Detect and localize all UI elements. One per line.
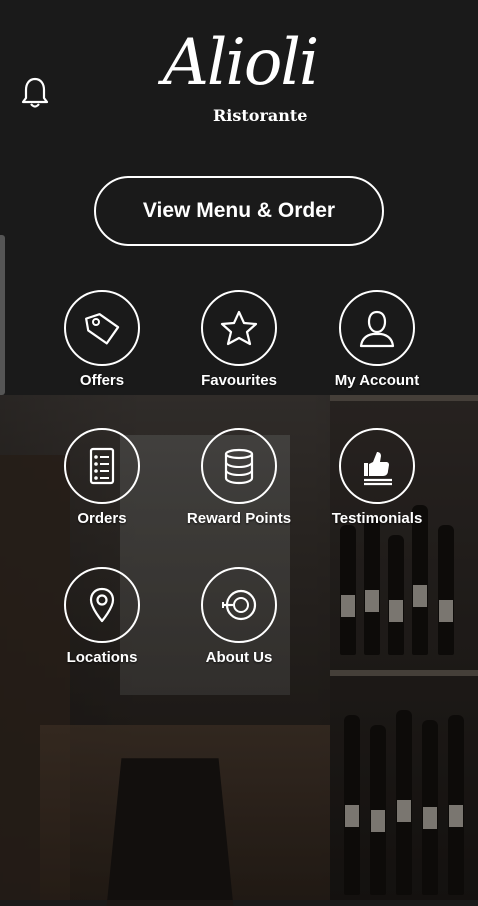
menu-tile-offers[interactable]: Offers [37, 290, 167, 389]
thumbs-up-icon [339, 428, 415, 504]
menu-tile-label: About Us [205, 649, 273, 666]
menu-tile-label: Orders [77, 510, 127, 527]
menu-tile-testimonials[interactable]: Testimonials [312, 428, 442, 527]
map-pin-icon [64, 567, 140, 643]
menu-tile-favourites[interactable]: Favourites [174, 290, 304, 389]
menu-tile-label: Offers [79, 372, 125, 389]
menu-tile-label: Locations [66, 649, 138, 666]
bell-icon[interactable] [20, 76, 50, 110]
view-menu-order-button[interactable]: View Menu & Order [94, 176, 384, 246]
menu-tile-label: Testimonials [331, 510, 423, 527]
menu-tile-label: Favourites [201, 372, 277, 389]
menu-tile-label: My Account [334, 372, 420, 389]
brand-logo: Alioli Ristorante [145, 26, 335, 130]
menu-tile-my-account[interactable]: My Account [312, 290, 442, 389]
coin-stack-icon [201, 428, 277, 504]
user-icon [339, 290, 415, 366]
dining-plate-icon [201, 567, 277, 643]
tag-icon [64, 290, 140, 366]
menu-tile-orders[interactable]: Orders [37, 428, 167, 527]
menu-tile-locations[interactable]: Locations [37, 567, 167, 666]
brand-name: Alioli [162, 26, 320, 100]
brand-tagline: Ristorante [213, 106, 308, 125]
star-icon [201, 290, 277, 366]
menu-tile-about-us[interactable]: About Us [174, 567, 304, 666]
menu-tile-label: Reward Points [186, 510, 292, 527]
side-drawer-handle[interactable] [0, 235, 5, 395]
menu-tile-reward-points[interactable]: Reward Points [174, 428, 304, 527]
order-list-icon [64, 428, 140, 504]
